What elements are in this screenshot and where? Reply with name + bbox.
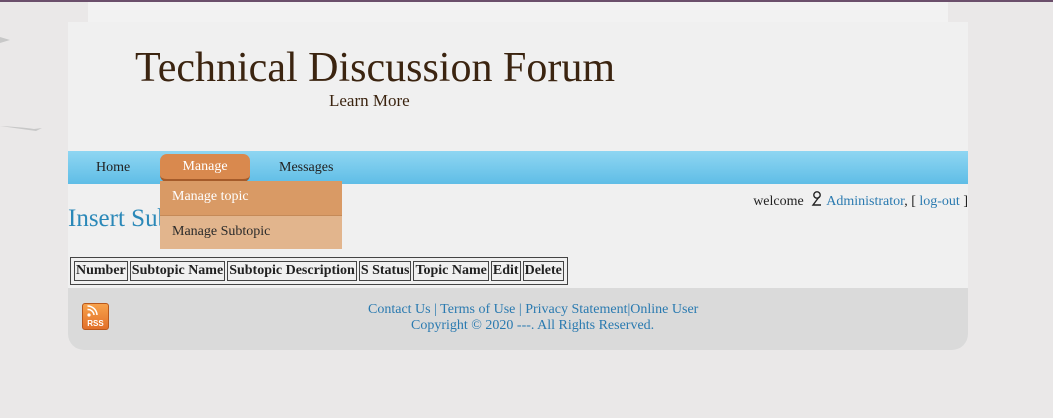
footer: RSS Contact Us | Terms of Use | Privacy … [68,288,968,350]
welcome-label: welcome [753,194,804,209]
col-delete: Delete [522,261,564,281]
footer-link-online-user[interactable]: Online User [630,302,698,317]
user-icon [811,191,822,206]
welcome-separator: , [ [904,194,916,209]
footer-link-privacy[interactable]: Privacy Statement [525,302,627,317]
main-nav: Home Manage Messages [68,151,968,184]
site-title: Technical Discussion Forum [135,45,615,91]
top-band [88,2,948,22]
col-status: S Status [358,261,412,281]
logout-link[interactable]: log-out [919,194,959,209]
page-heading: Insert Subtopic [68,205,160,232]
svg-text:RSS: RSS [87,319,104,328]
manage-dropdown: Manage topic Manage Subtopic [160,181,342,249]
col-subtopic-description: Subtopic Description [227,261,357,281]
rss-glyph-icon: RSS [87,305,104,328]
nav-home[interactable]: Home [96,151,130,184]
nav-messages[interactable]: Messages [279,151,333,184]
menu-item-manage-topic[interactable]: Manage topic [160,181,342,215]
background-leaf-icon [0,37,10,43]
nav-manage[interactable]: Manage [160,154,250,182]
col-topic-name: Topic Name [413,261,489,281]
page-container: Technical Discussion Forum Learn More Ho… [68,22,968,350]
background-stroke-icon [0,126,42,131]
welcome-bar: welcome Administrator, [ log-out ] [753,191,968,210]
col-subtopic-name: Subtopic Name [129,261,226,281]
col-edit: Edit [490,261,521,281]
copyright: Copyright © 2020 ---. All Rights Reserve… [411,318,655,333]
admin-user-link[interactable]: Administrator [826,194,904,209]
footer-links: Contact Us | Terms of Use | Privacy Stat… [368,302,699,317]
footer-link-contact[interactable]: Contact Us [368,302,431,317]
col-number: Number [74,261,128,281]
welcome-close-bracket: ] [963,194,968,209]
footer-link-terms[interactable]: Terms of Use [440,302,515,317]
subtopic-table: Number Subtopic Name Subtopic Descriptio… [70,257,568,285]
site-subtitle: Learn More [329,91,410,110]
rss-icon[interactable]: RSS [82,303,109,330]
menu-item-manage-subtopic[interactable]: Manage Subtopic [160,215,342,249]
table-header-row: Number Subtopic Name Subtopic Descriptio… [74,261,564,281]
